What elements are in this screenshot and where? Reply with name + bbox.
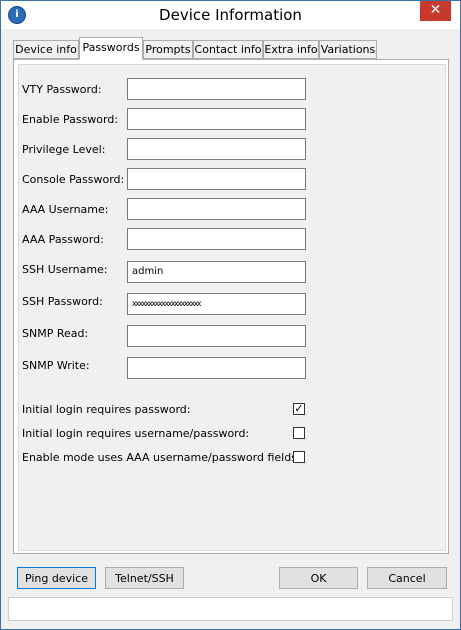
initial-login-username-password-label: Initial login requires username/password… (22, 427, 250, 440)
console-password-field[interactable] (127, 168, 306, 190)
aaa-username-field[interactable] (127, 198, 306, 220)
tab-device-info[interactable]: Device info (13, 40, 79, 59)
ssh-username-field[interactable]: admin (127, 261, 306, 283)
device-information-dialog: i Device Information ✕ Device info Passw… (0, 0, 461, 630)
tab-variations[interactable]: Variations (319, 40, 377, 59)
ping-device-button[interactable]: Ping device (17, 567, 96, 589)
status-bar (8, 597, 453, 621)
telnet-ssh-button[interactable]: Telnet/SSH (105, 567, 184, 589)
ok-button[interactable]: OK (279, 567, 358, 589)
tab-extra-info[interactable]: Extra info (263, 40, 319, 59)
aaa-password-label: AAA Password: (22, 233, 104, 246)
initial-login-username-password-checkbox[interactable] (293, 427, 305, 439)
snmp-write-field[interactable] (127, 357, 306, 379)
vty-password-label: VTY Password: (22, 83, 102, 96)
enable-mode-aaa-label: Enable mode uses AAA username/password f… (22, 451, 301, 464)
privilege-level-label: Privilege Level: (22, 143, 106, 156)
snmp-read-label: SNMP Read: (22, 327, 89, 340)
console-password-label: Console Password: (22, 173, 125, 186)
enable-mode-aaa-checkbox[interactable] (293, 451, 305, 463)
initial-login-password-checkbox[interactable]: ✓ (293, 403, 305, 415)
initial-login-password-label: Initial login requires password: (22, 403, 191, 416)
tab-passwords[interactable]: Passwords (79, 37, 143, 60)
enable-password-field[interactable] (127, 108, 306, 130)
title-bar: i Device Information ✕ (1, 1, 460, 29)
snmp-read-field[interactable] (127, 325, 306, 347)
aaa-username-label: AAA Username: (22, 203, 109, 216)
enable-password-label: Enable Password: (22, 113, 119, 126)
tab-contact-info[interactable]: Contact info (193, 40, 263, 59)
ssh-password-label: SSH Password: (22, 295, 103, 308)
ssh-username-label: SSH Username: (22, 263, 108, 276)
vty-password-field[interactable] (127, 78, 306, 100)
close-button[interactable]: ✕ (420, 1, 451, 21)
aaa-password-field[interactable] (127, 228, 306, 250)
cancel-button[interactable]: Cancel (367, 567, 447, 589)
snmp-write-label: SNMP Write: (22, 359, 90, 372)
ssh-password-field[interactable]: xxxxxxxxxxxxxxxxxxxxx (127, 293, 306, 315)
window-title: Device Information (159, 6, 302, 24)
privilege-level-field[interactable] (127, 138, 306, 160)
tab-prompts[interactable]: Prompts (143, 40, 193, 59)
